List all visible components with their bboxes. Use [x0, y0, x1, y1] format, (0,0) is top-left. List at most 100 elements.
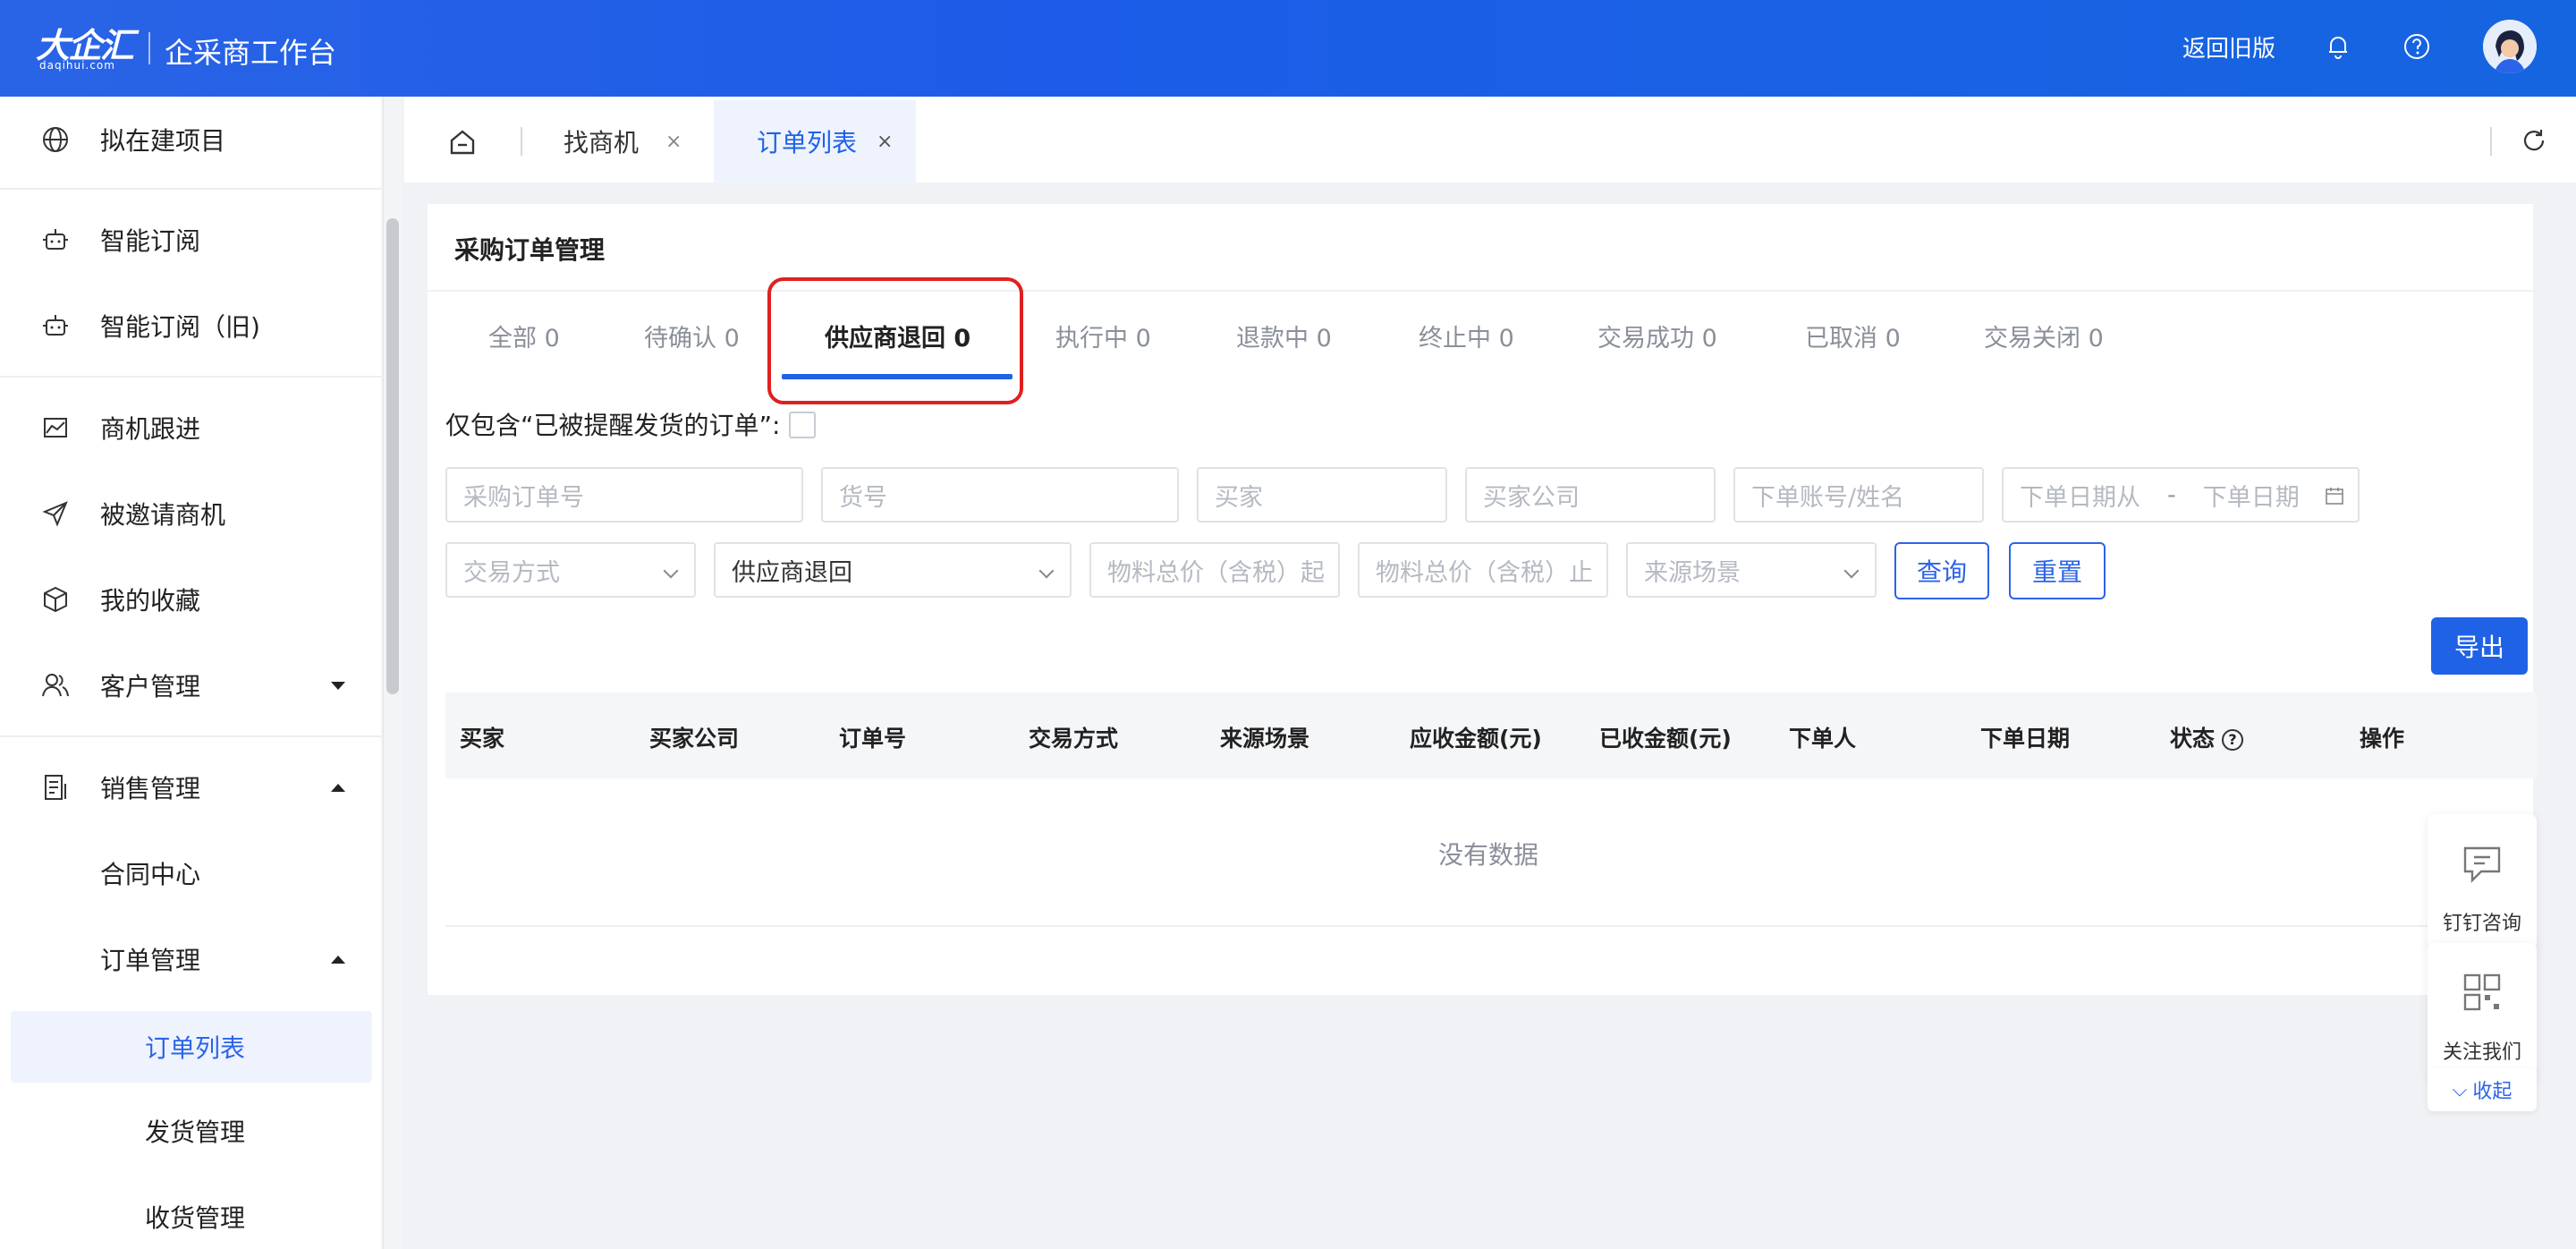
remind-checkbox[interactable] [789, 412, 816, 438]
caret-up-icon [331, 783, 345, 792]
tab-divider [521, 127, 522, 156]
status-tab-pending[interactable]: 待确认 0 [644, 319, 740, 353]
select-placeholder: 来源场景 [1644, 558, 1741, 587]
sidebar-item-order-management[interactable]: 订单管理 [0, 916, 381, 1002]
sidebar-item-favorites[interactable]: 我的收藏 [0, 557, 381, 642]
column-header-label: 状态 [2170, 726, 2216, 752]
tab-order-list[interactable]: 订单列表 × [714, 100, 916, 183]
order-date-range-picker[interactable]: 下单日期从 - 下单日期 [2002, 467, 2360, 523]
select-value: 供应商退回 [732, 558, 852, 587]
status-tab-executing[interactable]: 执行中 0 [1055, 319, 1151, 353]
tab-find-opportunity[interactable]: 找商机 × [564, 100, 682, 183]
sidebar-item-smart-subscribe-old[interactable]: 智能订阅（旧) [0, 283, 381, 369]
qr-code-icon [2463, 973, 2501, 1011]
chat-bubble-icon [2463, 846, 2501, 883]
caret-down-icon [331, 681, 345, 690]
sidebar-item-label: 发货管理 [145, 1117, 246, 1147]
status-tab-closed[interactable]: 交易关闭 0 [1984, 319, 2104, 353]
order-account-input[interactable]: 下单账号/姓名 [1733, 467, 1984, 523]
trade-method-select[interactable]: 交易方式 [445, 542, 696, 598]
send-icon [42, 501, 68, 527]
collapse-button[interactable]: ⌵ 收起 [2428, 1068, 2537, 1111]
sidebar-item-smart-subscribe[interactable]: 智能订阅 [0, 197, 381, 283]
column-header: 买家 [460, 726, 505, 752]
chart-icon [44, 418, 67, 438]
table-divider [445, 925, 2537, 927]
buyer-company-input[interactable]: 买家公司 [1465, 467, 1716, 523]
sidebar-item-invited-opportunity[interactable]: 被邀请商机 [0, 471, 381, 557]
dingtalk-consult-widget[interactable]: 钉钉咨询 [2428, 814, 2537, 950]
column-header: 下单日期 [1980, 726, 2071, 752]
sidebar-item-label: 订单列表 [145, 1033, 246, 1063]
status-tab-terminating[interactable]: 终止中 0 [1419, 319, 1514, 353]
help-icon[interactable] [2401, 30, 2433, 63]
header-divider [148, 32, 150, 64]
sidebar-item-opportunity-follow[interactable]: 商机跟进 [0, 385, 381, 471]
status-tab-success[interactable]: 交易成功 0 [1597, 319, 1717, 353]
buyer-input[interactable]: 买家 [1197, 467, 1447, 523]
logo[interactable]: 大企汇 daqihui.com [36, 18, 134, 75]
source-scene-select[interactable]: 来源场景 [1626, 542, 1877, 598]
follow-us-widget[interactable]: 关注我们 [2428, 943, 2537, 1079]
goods-number-input[interactable]: 货号 [821, 467, 1179, 523]
sidebar-item-label: 商机跟进 [100, 414, 201, 444]
sidebar-item-customer-management[interactable]: 客户管理 [0, 642, 381, 728]
close-icon[interactable]: × [877, 131, 893, 153]
widget-label: 关注我们 [2442, 1041, 2521, 1064]
status-tab-refunding[interactable]: 退款中 0 [1236, 319, 1332, 353]
app-title: 企采商工作台 [165, 36, 337, 70]
query-button[interactable]: 查询 [1894, 542, 1989, 599]
panel-divider [428, 290, 2533, 292]
users-icon [42, 674, 69, 697]
select-placeholder: 交易方式 [463, 558, 560, 587]
status-select[interactable]: 供应商退回 [714, 542, 1072, 598]
bell-icon[interactable] [2322, 30, 2354, 63]
user-avatar[interactable] [2483, 20, 2537, 73]
chevron-down-icon [1843, 563, 1860, 579]
question-icon[interactable]: ? [2222, 729, 2244, 751]
sidebar-item-planned-projects[interactable]: 拟在建项目 [0, 97, 381, 183]
reset-button[interactable]: 重置 [2009, 542, 2106, 599]
sidebar-scrollbar-thumb[interactable] [386, 218, 399, 694]
logo-domain: daqihui.com [39, 59, 115, 72]
sidebar-item-label: 收货管理 [145, 1203, 246, 1233]
top-header: 大企汇 daqihui.com 企采商工作台 返回旧版 [0, 0, 2576, 97]
sidebar-divider [0, 188, 381, 190]
status-tab-all[interactable]: 全部 0 [488, 319, 560, 353]
column-header: 已收金额(元) [1599, 726, 1732, 752]
sidebar-item-receiving-management[interactable]: 收货管理 [0, 1174, 381, 1249]
order-number-input[interactable]: 采购订单号 [445, 467, 803, 523]
box-icon [44, 586, 67, 613]
sidebar-item-label: 订单管理 [100, 946, 201, 975]
sidebar-item-shipping-management[interactable]: 发货管理 [0, 1088, 381, 1174]
sidebar-item-contract-center[interactable]: 合同中心 [0, 830, 381, 916]
amount-to-input[interactable]: 物料总价（含税）止 [1358, 542, 1608, 598]
calendar-icon [2326, 488, 2343, 505]
home-icon[interactable] [447, 127, 478, 157]
page-title: 采购订单管理 [454, 235, 606, 265]
widget-label: 钉钉咨询 [2442, 913, 2521, 935]
chevron-down-icon [1038, 563, 1055, 579]
tab-label: 订单列表 [757, 128, 858, 157]
empty-state-text: 没有数据 [1438, 840, 1539, 870]
back-old-version-link[interactable]: 返回旧版 [2182, 30, 2275, 64]
sidebar-item-label: 拟在建项目 [100, 126, 226, 156]
export-button[interactable]: 导出 [2431, 617, 2528, 675]
date-separator: - [2167, 480, 2176, 509]
refresh-icon[interactable] [2521, 127, 2547, 154]
column-header: 来源场景 [1220, 726, 1310, 752]
column-header: 应收金额(元) [1410, 726, 1542, 752]
collapse-label: 收起 [2472, 1081, 2512, 1103]
sidebar-item-sales-management[interactable]: 销售管理 [0, 744, 381, 830]
robot-icon [43, 229, 68, 250]
close-icon[interactable]: × [665, 131, 682, 153]
status-tab-cancelled[interactable]: 已取消 0 [1805, 319, 1901, 353]
column-header-status: 状态? [2170, 721, 2244, 753]
date-to-placeholder: 下单日期 [2202, 483, 2300, 512]
chevron-down-icon: ⌵ [2452, 1078, 2468, 1101]
column-header: 交易方式 [1029, 726, 1119, 752]
sidebar-divider [0, 735, 381, 737]
sidebar-item-label: 被邀请商机 [100, 500, 226, 530]
amount-from-input[interactable]: 物料总价（含税）起 [1089, 542, 1340, 598]
sidebar-item-order-list[interactable]: 订单列表 [11, 1011, 372, 1083]
